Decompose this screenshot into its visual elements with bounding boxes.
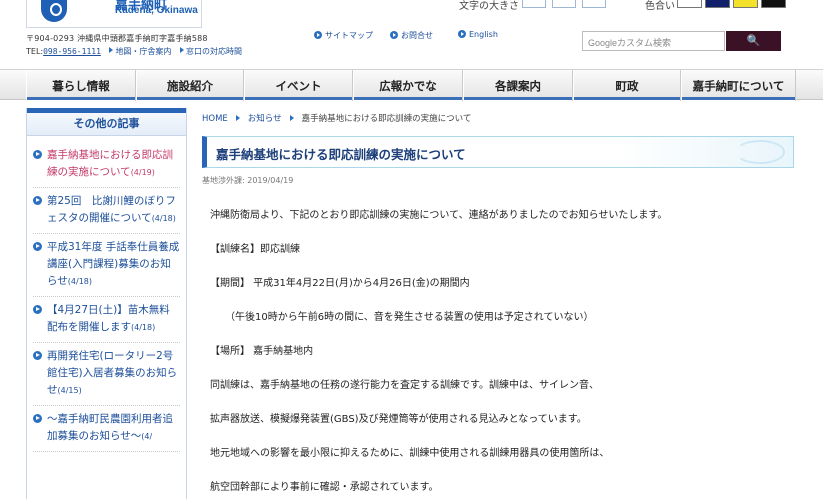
- sitemap-link[interactable]: サイトマップ: [314, 30, 373, 41]
- search-input[interactable]: Googleカスタム検索: [582, 31, 725, 51]
- nav-item-living[interactable]: 暮らし情報: [26, 70, 136, 101]
- nav-item-town-admin[interactable]: 町政: [573, 70, 681, 101]
- arrow-circle-icon: [33, 414, 42, 423]
- breadcrumb: HOME お知らせ 嘉手納基地における即応訓練の実施について: [202, 112, 471, 124]
- search-button[interactable]: 🔍: [726, 31, 781, 51]
- site-logo[interactable]: 嘉手納町 Kadena, Okinawa: [26, 0, 202, 28]
- sidebar-article-date: (4/19): [130, 168, 155, 177]
- logo-title-en: Kadena, Okinawa: [115, 5, 198, 16]
- office-hours-link[interactable]: 窓口の対応時間: [179, 47, 242, 56]
- nav-item-departments[interactable]: 各課案内: [463, 70, 573, 101]
- search-icon: 🔍: [746, 34, 761, 47]
- font-size-label: 文字の大きさ: [459, 1, 519, 12]
- arrow-circle-icon: [458, 30, 466, 38]
- article-paragraph: 地元地域への影響を最小限に抑えるために、訓練中使用される訓練用器具の使用箇所は、: [210, 448, 610, 459]
- town-address: 〒904-0293 沖縄県中頭郡嘉手納町字嘉手納588: [26, 34, 208, 43]
- page-title: 嘉手納基地における即応訓練の実施について: [216, 147, 466, 162]
- contact-row: TEL:098-956-1111 地図・庁舎案内 窓口の対応時間: [26, 46, 242, 57]
- sidebar-article-date: (4/: [141, 432, 153, 441]
- breadcrumb-separator-icon: [235, 115, 240, 121]
- color-blue-button[interactable]: [705, 0, 730, 8]
- decorative-swirl-icon: [735, 140, 785, 164]
- breadcrumb-news[interactable]: お知らせ: [248, 114, 282, 124]
- map-link[interactable]: 地図・庁舎案内: [109, 47, 171, 56]
- sidebar-article-date: (4/18): [67, 277, 93, 286]
- sidebar-article-date: (4/15): [57, 386, 82, 395]
- nav-item-about-kadena[interactable]: 嘉手納町について: [681, 70, 796, 101]
- font-size-medium-button[interactable]: [552, 0, 576, 8]
- arrow-circle-icon: [33, 196, 42, 205]
- color-scheme-label: 色合い: [645, 1, 675, 12]
- article-paragraph: 【期間】 平成31年4月22日(月)から4月26日(金)の期間内: [210, 278, 470, 289]
- arrow-circle-icon: [33, 242, 42, 251]
- article-paragraph: 沖縄防衛局より、下記のとおり即応訓練の実施について、連絡がありましたのでお知らせ…: [210, 210, 668, 221]
- sidebar-article-item[interactable]: 第25回 比謝川鯉のぼりフェスタの開催について(4/18): [33, 188, 180, 234]
- arrow-circle-icon: [390, 31, 398, 39]
- color-black-button[interactable]: [761, 0, 786, 8]
- arrow-icon: [179, 47, 184, 53]
- color-yellow-button[interactable]: [733, 0, 758, 8]
- nav-item-pr-kadena[interactable]: 広報かでな: [353, 70, 463, 101]
- sidebar-article-item[interactable]: 〜嘉手納町民農園利用者追加募集のお知らせ〜(4/: [33, 406, 180, 452]
- color-white-button[interactable]: [677, 0, 702, 8]
- sidebar-article-date: (4/18): [131, 323, 156, 332]
- arrow-circle-icon: [33, 150, 42, 159]
- sidebar-article-item[interactable]: 嘉手納基地における即応訓練の実施について(4/19): [33, 142, 180, 188]
- sidebar-article-date: (4/18): [151, 214, 176, 223]
- nav-item-events[interactable]: イベント: [244, 70, 353, 101]
- article-paragraph: 【訓練名】即応訓練: [210, 244, 300, 255]
- sidebar-title: その他の記事: [27, 108, 186, 136]
- breadcrumb-separator-icon: [289, 115, 294, 121]
- sidebar-article-item[interactable]: 再開発住宅(ロータリー2号館住宅)入居者募集のお知らせ(4/15): [33, 343, 180, 406]
- article-paragraph: （午後10時から午前6時の間に、音を発生させる装置の使用は予定されていない）: [210, 312, 594, 323]
- arrow-circle-icon: [33, 351, 42, 360]
- arrow-circle-icon: [314, 31, 322, 39]
- contact-link[interactable]: お問合せ: [390, 30, 433, 41]
- font-size-small-button[interactable]: [522, 0, 546, 8]
- article-paragraph: 航空団幹部により事前に確認・承認されています。: [210, 482, 439, 493]
- article-paragraph: 拡声器放送、模擬爆発装置(GBS)及び発煙筒等が使用される見込みとなっています。: [210, 414, 587, 425]
- sidebar-other-articles: その他の記事 嘉手納基地における即応訓練の実施について(4/19) 第25回 比…: [26, 108, 187, 499]
- article-title-box: 嘉手納基地における即応訓練の実施について: [202, 136, 794, 168]
- tel-number[interactable]: 098-956-1111: [43, 47, 101, 56]
- arrow-icon: [109, 47, 114, 53]
- breadcrumb-home[interactable]: HOME: [202, 114, 228, 124]
- font-size-large-button[interactable]: [582, 0, 606, 8]
- sidebar-article-link[interactable]: 〜嘉手納町民農園利用者追加募集のお知らせ〜: [47, 413, 173, 442]
- article-paragraph: 同訓練は、嘉手納基地の任務の遂行能力を査定する訓練です。訓練中は、サイレン音、: [210, 380, 599, 391]
- breadcrumb-current: 嘉手納基地における即応訓練の実施について: [301, 114, 472, 124]
- town-emblem-icon: [41, 0, 67, 22]
- sidebar-article-item[interactable]: 平成31年度 手話奉仕員養成講座(入門課程)募集のお知らせ(4/18): [33, 234, 180, 297]
- sidebar-article-item[interactable]: 【4月27日(土)】苗木無料配布を開催します(4/18): [33, 297, 180, 343]
- global-nav: 暮らし情報 施設紹介 イベント 広報かでな 各課案内 町政 嘉手納町について: [0, 69, 823, 101]
- article-meta: 基地渉外課: 2019/04/19: [202, 176, 294, 185]
- english-link[interactable]: English: [458, 30, 498, 39]
- arrow-circle-icon: [33, 305, 42, 314]
- nav-item-facilities[interactable]: 施設紹介: [136, 70, 244, 101]
- tel-label: TEL:: [26, 47, 44, 56]
- article-paragraph: 【場所】 嘉手納基地内: [210, 346, 314, 357]
